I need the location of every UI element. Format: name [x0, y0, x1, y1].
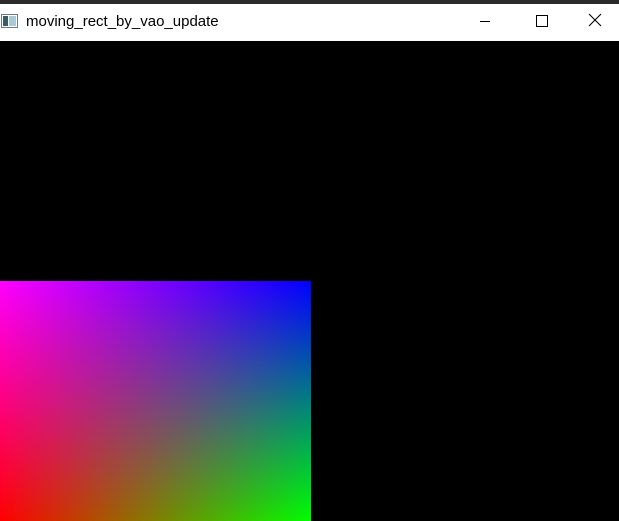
maximize-button[interactable]	[513, 4, 571, 41]
close-icon	[588, 13, 602, 32]
gradient-rectangle	[0, 281, 311, 521]
window-title: moving_rect_by_vao_update	[26, 13, 219, 30]
title-bar[interactable]: moving_rect_by_vao_update	[0, 4, 619, 41]
close-button[interactable]	[571, 4, 619, 41]
maximize-icon	[536, 14, 548, 32]
render-viewport[interactable]	[0, 41, 619, 521]
minimize-button[interactable]	[456, 4, 514, 41]
opengl-window-icon[interactable]	[1, 14, 18, 28]
minimize-icon	[479, 14, 491, 32]
gl-canvas	[0, 41, 619, 521]
application-window: moving_rect_by_vao_update	[0, 0, 619, 521]
